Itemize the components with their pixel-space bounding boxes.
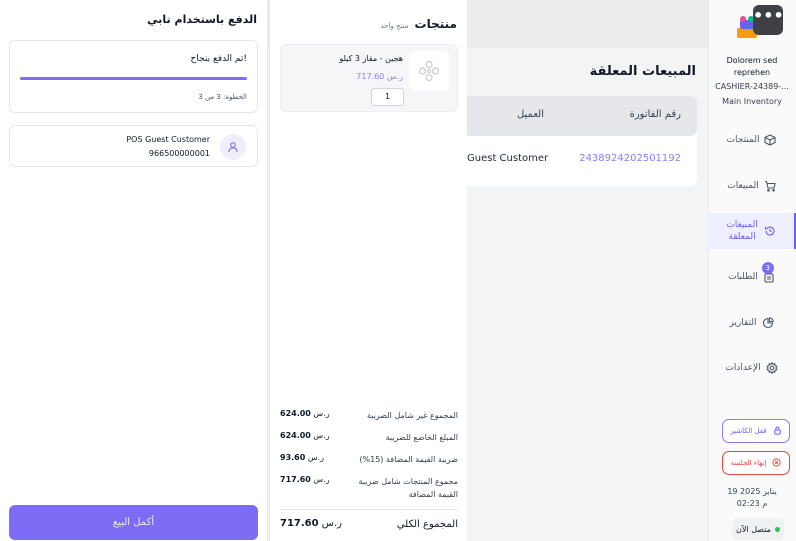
subtotal-label: المجموع غير شامل الضريبة (366, 411, 458, 420)
product-card: هجين - مقاز 3 كيلو 717.60 ر.س 1 (280, 44, 458, 112)
customer-name: Guest Customer (467, 153, 549, 164)
tabby-payment-panel: الدفع باستخدام تابي تم الدفع بنجاح! الخط… (0, 0, 268, 541)
product-price: 717.60 ر.س (356, 72, 403, 81)
subtotal-value: 624.00 ر.س (280, 409, 330, 418)
lock-cashier-label: قفل الكاشير (730, 427, 767, 435)
lock-cashier-button[interactable]: قفل الكاشير (722, 419, 790, 443)
table-row[interactable]: 2438924202501192 Guest Customer (458, 136, 697, 186)
close-circle-icon (772, 457, 781, 469)
grand-total-label: المجموع الكلي (396, 519, 458, 530)
taxable-value: 624.00 ر.س (280, 431, 330, 440)
pending-sales-table: رقم الفاتورة العميل 2438924202501192 Gue… (458, 96, 697, 186)
vat-label: ضريبة القيمة المضافة (15%) (359, 455, 458, 464)
taxable-label: المبلغ الخاضع للضريبة (385, 433, 458, 442)
inventory-name: Main Inventory (722, 97, 782, 106)
sidebar-item-pending-sales[interactable]: المبيعات المعلقة (708, 213, 796, 249)
more-menu-button[interactable]: ••• (753, 5, 784, 35)
customer-card: POS Guest Customer 966500000001 (9, 125, 258, 167)
vat-row: ضريبة القيمة المضافة (15%) 93.60 ر.س (280, 453, 458, 466)
payment-status-card: تم الدفع بنجاح! الخطوة: 3 من 3 (9, 40, 258, 113)
connection-status: متصل الآن (732, 518, 784, 540)
sidebar-item-label: الإعدادات (725, 363, 761, 373)
page-title: المبيعات المعلقة (589, 64, 696, 79)
customer-phone: 966500000001 (148, 149, 210, 158)
product-name: هجين - مقاز 3 كيلو (339, 54, 403, 63)
session-time: 02:23 م (736, 499, 768, 508)
sidebar-item-sales[interactable]: المبيعات (708, 169, 796, 203)
quantity-field[interactable]: 1 (371, 88, 404, 106)
box-icon (763, 133, 777, 147)
sidebar-item-label: المنتجات (726, 135, 760, 145)
sidebar-item-settings[interactable]: الإعدادات (708, 351, 796, 385)
sidebar-item-label: المبيعات (727, 181, 759, 191)
gear-icon (765, 361, 779, 375)
total-incl-vat-value: 717.60 ر.س (280, 475, 330, 484)
payment-status: تم الدفع بنجاح! (190, 54, 247, 64)
total-incl-vat-row: مجموع المنتجات شامل ضريبة القيمة المضافة… (280, 475, 458, 501)
sidebar-item-label: الطلبات (728, 272, 758, 282)
user-name: Dolorem sed reprehen (726, 56, 778, 77)
pie-chart-icon (761, 316, 775, 330)
user-avatar-icon (220, 134, 246, 160)
online-dot-icon (774, 526, 780, 532)
session-datetime: 19 يناير 2025 02:23 م (718, 486, 786, 510)
subtotal-row: المجموع غير شامل الضريبة 624.00 ر.س (280, 409, 458, 422)
taxable-row: المبلغ الخاضع للضريبة 624.00 ر.س (280, 431, 458, 444)
end-session-button[interactable]: إنهاء الجلسة (722, 451, 790, 475)
payment-progress-bar (20, 77, 247, 80)
grand-total-value: 717.60 ر.س (280, 518, 342, 529)
orders-icon: 3 (761, 262, 776, 284)
customer-name: POS Guest Customer (126, 135, 210, 144)
products-header: منتجات منتج واحد (381, 17, 458, 31)
sidebar-item-products[interactable]: المنتجات (708, 123, 796, 157)
sidebar-item-label: المبيعات المعلقة (726, 220, 758, 242)
product-image (409, 51, 449, 91)
sidebar-item-orders[interactable]: 3 الطلبات (708, 260, 796, 294)
total-incl-vat-label: مجموع المنتجات شامل ضريبة القيمة المضافة (358, 477, 458, 499)
orders-count-badge: 3 (761, 262, 774, 274)
vat-value: 93.60 ر.س (280, 453, 325, 462)
lock-icon (773, 426, 782, 437)
column-customer: العميل (516, 109, 544, 120)
payment-step: الخطوة: 3 من 3 (198, 93, 247, 101)
complete-sale-button[interactable]: أكمل البيع (9, 505, 258, 540)
products-panel: منتجات منتج واحد هجين - مقاز 3 كيلو 717.… (269, 0, 467, 541)
payment-title: الدفع باستخدام تابي (147, 13, 257, 26)
history-icon (763, 224, 777, 238)
products-count: منتج واحد (380, 22, 409, 30)
summary-divider (280, 509, 458, 510)
end-session-label: إنهاء الجلسة (730, 459, 767, 467)
connection-status-label: متصل الآن (736, 524, 771, 534)
invoice-number[interactable]: 2438924202501192 (579, 153, 681, 164)
session-date: 19 يناير 2025 (727, 487, 777, 496)
table-header: رقم الفاتورة العميل (458, 96, 697, 136)
payment-progress-fill (20, 77, 247, 80)
products-title: منتجات (414, 17, 457, 31)
cart-icon (763, 179, 777, 193)
sidebar: ••• Dolorem sed reprehen CASHIER-24389-.… (708, 0, 796, 541)
sidebar-item-label: التقارير (729, 318, 757, 328)
grand-total-row: المجموع الكلي 717.60 ر.س (280, 518, 458, 531)
placeholder-image-icon (418, 60, 440, 82)
sidebar-item-reports[interactable]: التقارير (708, 306, 796, 340)
column-invoice: رقم الفاتورة (629, 109, 681, 120)
cashier-id: CASHIER-24389-... (715, 82, 789, 91)
